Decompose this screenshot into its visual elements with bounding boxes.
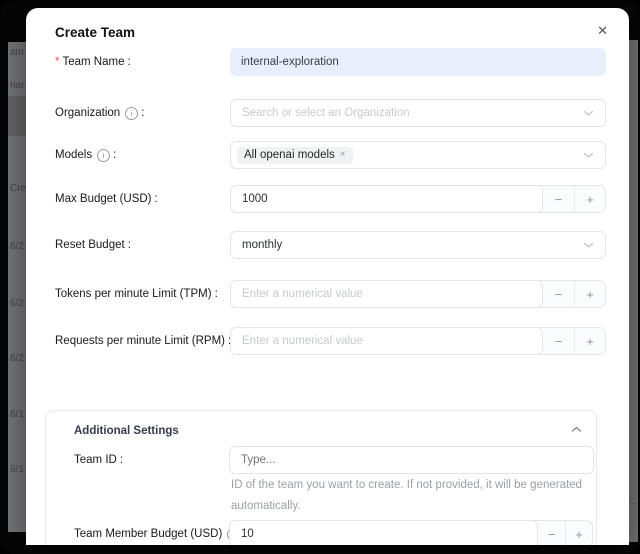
max-budget-row: Max Budget (USD): − + [26, 185, 629, 213]
tpm-row: Tokens per minute Limit (TPM): − + [26, 280, 629, 308]
label-text: Reset Budget [55, 239, 125, 251]
chevron-down-icon [583, 152, 594, 159]
label-colon: : [128, 239, 131, 251]
plus-icon[interactable]: + [565, 521, 592, 545]
backdrop-text-fragment: 6/1 [10, 464, 24, 475]
dimmed-page-right [629, 40, 638, 542]
rpm-input[interactable] [230, 327, 543, 355]
backdrop-text-fragment: 6/2 [10, 241, 24, 252]
backdrop-text-fragment: Cre [10, 183, 26, 194]
models-label: Modelsi: [55, 141, 116, 169]
team-name-row: *Team Name: [26, 48, 629, 76]
label-colon: : [127, 56, 130, 68]
dimmed-page-left: am nar Cre 6/2 6/2 6/2 6/1 6/1 [8, 42, 26, 532]
max-budget-label: Max Budget (USD): [55, 185, 158, 213]
label-colon: : [141, 107, 144, 119]
team-id-label: Team ID: [74, 446, 123, 474]
max-budget-stepper: − + [230, 185, 606, 213]
team-member-budget-label: Team Member Budget (USD)?: [74, 520, 246, 545]
modal-title: Create Team [55, 25, 135, 40]
close-icon[interactable]: ✕ [595, 22, 610, 39]
reset-budget-row: Reset Budget: monthly [26, 231, 629, 259]
backdrop-text-fragment: am [10, 47, 24, 58]
tpm-label: Tokens per minute Limit (TPM): [55, 280, 218, 308]
label-text: Organization [55, 107, 120, 119]
tpm-stepper: − + [230, 280, 606, 308]
reset-budget-select[interactable]: monthly [230, 231, 606, 259]
label-text: Models [55, 149, 92, 161]
plus-icon[interactable]: + [574, 186, 605, 212]
create-team-modal: Create Team ✕ *Team Name: Organization i:… [26, 8, 629, 545]
reset-budget-label: Reset Budget: [55, 231, 131, 259]
team-member-budget-input[interactable] [229, 520, 538, 545]
additional-settings-toggle[interactable]: Additional Settings [46, 411, 596, 451]
minus-icon[interactable]: − [543, 328, 574, 354]
label-text: Team Member Budget (USD) [74, 528, 222, 540]
backdrop-text-fragment: 6/2 [10, 353, 24, 364]
label-text: Tokens per minute Limit (TPM) [55, 288, 212, 300]
label-text: Max Budget (USD) [55, 193, 152, 205]
rpm-label: Requests per minute Limit (RPM): [55, 327, 231, 355]
chevron-down-icon [583, 110, 594, 117]
required-asterisk: * [55, 56, 59, 68]
model-tag-label: All openai models [244, 149, 335, 161]
label-text: Team ID [74, 454, 117, 466]
label-colon: : [113, 149, 116, 161]
backdrop-text-fragment: 6/1 [10, 409, 24, 420]
label-text: Requests per minute Limit (RPM) [55, 335, 225, 347]
rpm-row: Requests per minute Limit (RPM): − + [26, 327, 629, 355]
chevron-down-icon [583, 242, 594, 249]
plus-icon[interactable]: + [574, 328, 605, 354]
organization-placeholder: Search or select an Organization [242, 107, 409, 119]
label-colon: : [215, 288, 218, 300]
tag-remove-icon[interactable]: × [340, 150, 346, 160]
additional-settings-card: Additional Settings Team ID: ID of the t… [45, 410, 597, 545]
team-member-budget-stepper: − + [229, 520, 593, 545]
plus-icon[interactable]: + [574, 281, 605, 307]
models-select[interactable]: All openai models × [230, 141, 606, 169]
organization-label: Organization i: [55, 99, 144, 127]
rpm-stepper: − + [230, 327, 606, 355]
backdrop-text-fragment: 6/2 [10, 298, 24, 309]
info-circle-icon[interactable]: i [97, 149, 110, 162]
info-circle-icon[interactable]: i [125, 107, 138, 120]
team-id-input[interactable] [229, 446, 594, 474]
minus-icon[interactable]: − [543, 281, 574, 307]
max-budget-input[interactable] [230, 185, 543, 213]
backdrop-text-fragment: nar [10, 80, 24, 91]
minus-icon[interactable]: − [538, 521, 565, 545]
label-colon: : [155, 193, 158, 205]
tpm-input[interactable] [230, 280, 543, 308]
models-row: Modelsi: All openai models × [26, 141, 629, 169]
team-id-help-text: ID of the team you want to create. If no… [231, 475, 603, 517]
organization-select[interactable]: Search or select an Organization [230, 99, 606, 127]
minus-icon[interactable]: − [543, 186, 574, 212]
label-colon: : [120, 454, 123, 466]
dimmed-table-band [8, 96, 26, 136]
dimmed-row-divider [629, 503, 638, 504]
model-tag: All openai models × [237, 147, 353, 164]
team-name-input[interactable] [230, 48, 606, 76]
additional-settings-title: Additional Settings [74, 425, 179, 437]
organization-row: Organization i: Search or select an Organ… [26, 99, 629, 127]
reset-budget-value: monthly [242, 239, 282, 251]
team-name-label: *Team Name: [55, 48, 131, 76]
chevron-up-icon [571, 426, 582, 433]
app-window: am nar Cre 6/2 6/2 6/2 6/1 6/1 Create Te… [0, 0, 640, 554]
label-text: Team Name [62, 56, 124, 68]
